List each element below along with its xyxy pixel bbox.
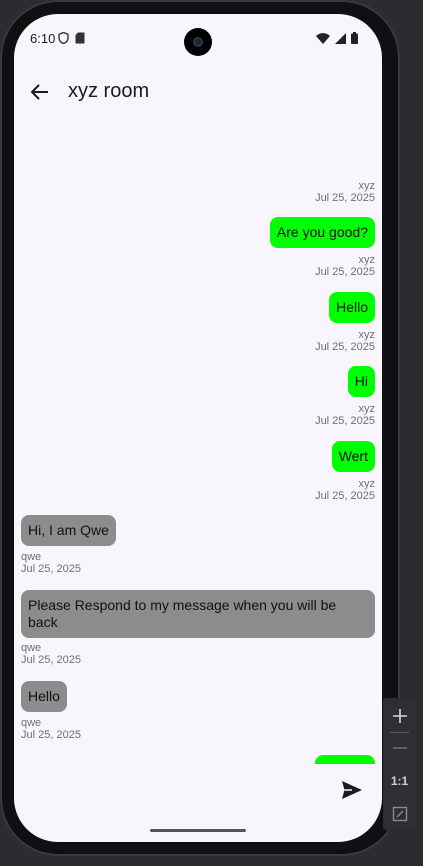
message-bubble-incoming[interactable]: Please Respond to my message when you wi… — [21, 590, 375, 638]
status-icons-right — [316, 31, 358, 49]
message-date: Jul 25, 2025 — [315, 192, 375, 204]
message-bubble-outgoing[interactable]: Hello — [329, 292, 375, 323]
message-date: Jul 25, 2025 — [315, 341, 375, 353]
sd-card-icon — [75, 31, 85, 49]
message-sender: xyz — [358, 478, 376, 490]
message-item-meta: qwe Jul 25, 2025 — [21, 551, 81, 575]
back-button[interactable] — [26, 78, 54, 106]
send-button[interactable] — [341, 780, 367, 806]
status-bar: 6:10 — [14, 14, 382, 62]
zoom-out-button[interactable] — [383, 732, 416, 764]
arrow-back-icon — [30, 84, 48, 100]
message-bubble-outgoing[interactable]: Hi Qwe — [315, 755, 375, 764]
message-date: Jul 25, 2025 — [21, 654, 81, 666]
phone-screen: 6:10 xyz room xyz Jul 25, 2025 Are you g… — [14, 14, 382, 842]
message-sender: xyz — [358, 180, 376, 192]
message-item-meta: xyz Jul 25, 2025 — [315, 478, 375, 502]
device-frame: 6:10 xyz room xyz Jul 25, 2025 Are you g… — [0, 0, 400, 856]
message-date: Jul 25, 2025 — [315, 266, 375, 278]
app-bar: xyz room — [14, 72, 382, 112]
message-sender: qwe — [21, 717, 42, 729]
message-bubble-outgoing[interactable]: Wert — [331, 441, 375, 472]
message-bubble-incoming[interactable]: Hello — [21, 681, 67, 712]
message-date: Jul 25, 2025 — [315, 490, 375, 502]
status-icons-left — [58, 31, 85, 49]
message-item: xyz Jul 25, 2025 — [315, 180, 375, 204]
message-item: Wert — [331, 441, 375, 472]
message-item: Hello — [21, 681, 67, 712]
shield-icon — [58, 31, 69, 49]
message-list[interactable]: xyz Jul 25, 2025 Are you good? xyz Jul 2… — [14, 124, 382, 764]
room-title: xyz room — [68, 80, 150, 102]
message-date: Jul 25, 2025 — [315, 415, 375, 427]
zoom-in-button[interactable] — [383, 700, 416, 732]
message-item-meta: xyz Jul 25, 2025 — [315, 403, 375, 427]
zoom-fit-button[interactable] — [383, 798, 416, 830]
message-sender: xyz — [358, 403, 376, 415]
message-bubble-outgoing[interactable]: Are you good? — [269, 217, 375, 248]
message-date: Jul 25, 2025 — [21, 729, 81, 741]
message-sender: qwe — [21, 551, 42, 563]
cell-signal-icon — [335, 31, 346, 49]
message-item: Hello — [329, 292, 375, 323]
plus-icon — [392, 709, 407, 723]
message-date: Jul 25, 2025 — [21, 563, 81, 575]
minus-icon — [392, 747, 407, 749]
zoom-panel: 1:1 — [383, 698, 416, 830]
message-item: Are you good? — [269, 217, 375, 248]
message-item-meta: xyz Jul 25, 2025 — [315, 329, 375, 353]
message-item: Please Respond to my message when you wi… — [21, 590, 375, 638]
message-sender: xyz — [358, 254, 376, 266]
home-indicator[interactable] — [150, 829, 246, 832]
message-bubble-outgoing[interactable]: Hi — [347, 366, 375, 397]
zoom-reset-button[interactable]: 1:1 — [383, 765, 416, 797]
wifi-icon — [316, 31, 330, 49]
message-sender: xyz — [358, 329, 376, 341]
message-item: Hi Qwe — [315, 755, 375, 764]
message-sender: qwe — [21, 642, 42, 654]
message-item-meta: qwe Jul 25, 2025 — [21, 642, 81, 666]
status-time: 6:10 — [30, 31, 56, 46]
send-icon — [342, 781, 362, 799]
battery-icon — [351, 31, 358, 49]
message-item-meta: xyz Jul 25, 2025 — [315, 254, 375, 278]
message-item: Hi, I am Qwe — [21, 515, 116, 546]
message-item: Hi — [347, 366, 375, 397]
message-bubble-incoming[interactable]: Hi, I am Qwe — [21, 515, 116, 546]
fit-screen-icon — [392, 806, 407, 822]
front-camera — [184, 28, 212, 56]
message-item-meta: qwe Jul 25, 2025 — [21, 717, 81, 741]
